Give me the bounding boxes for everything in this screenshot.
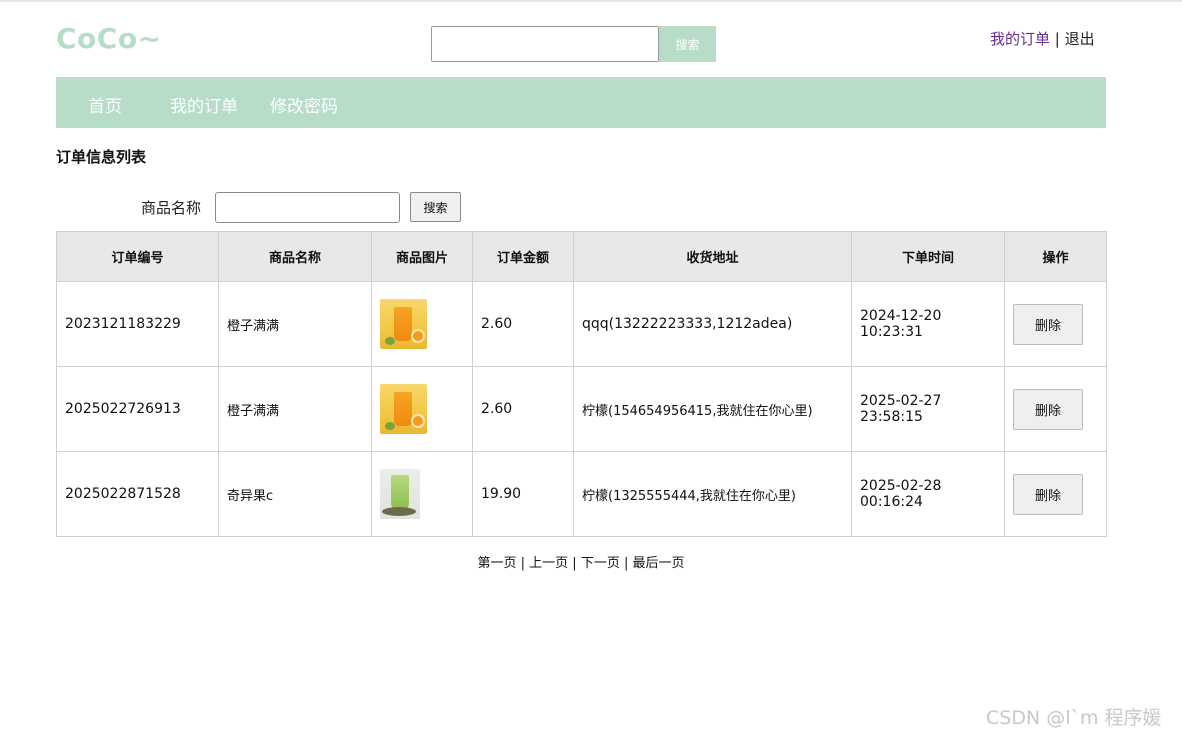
pagination-separator: |	[623, 556, 629, 571]
address-cell: 柠檬(1325555444,我就住在你心里)	[573, 451, 852, 537]
actions-cell: 删除	[1004, 366, 1107, 452]
header-order-no: 订单编号	[56, 231, 219, 282]
logo: CoCo~	[56, 22, 162, 55]
orders-table: 订单编号 商品名称 商品图片 订单金额 收货地址 下单时间 操作 2023121…	[56, 231, 1107, 537]
actions-cell: 删除	[1004, 451, 1107, 537]
user-links: 我的订单 | 退出	[990, 28, 1095, 49]
last-page-link[interactable]: 最后一页	[633, 556, 685, 571]
pagination-separator: |	[572, 556, 577, 571]
my-orders-link[interactable]: 我的订单	[990, 30, 1050, 48]
amount-cell: 2.60	[472, 281, 574, 367]
filter-search-button[interactable]: 搜索	[410, 192, 461, 222]
top-border-line	[0, 0, 1182, 2]
order-no-cell: 2023121183229	[56, 281, 219, 367]
pagination-separator: |	[520, 556, 525, 571]
actions-cell: 删除	[1004, 281, 1107, 367]
table-header-row: 订单编号 商品名称 商品图片 订单金额 收货地址 下单时间 操作	[56, 231, 1107, 282]
order-time: 23:58:15	[860, 409, 923, 425]
delete-button[interactable]: 删除	[1013, 303, 1083, 345]
page-title: 订单信息列表	[56, 148, 147, 166]
order-date: 2025-02-27	[860, 393, 942, 409]
pagination: 第一页 | 上一页 | 下一页 | 最后一页	[0, 552, 1162, 571]
order-time: 10:23:31	[860, 324, 923, 340]
next-page-link[interactable]: 下一页	[581, 556, 620, 571]
delete-button[interactable]: 删除	[1013, 473, 1083, 515]
logout-link[interactable]: 退出	[1065, 30, 1095, 48]
order-time-cell: 2024-12-20 10:23:31	[851, 281, 1005, 367]
amount-cell: 2.60	[472, 366, 574, 452]
nav-item-change-password[interactable]: 修改密码	[270, 92, 338, 117]
product-name-cell: 橙子满满	[218, 281, 372, 367]
header-address: 收货地址	[573, 231, 852, 282]
product-image-cell	[371, 366, 473, 452]
order-date: 2024-12-20	[860, 308, 942, 324]
search-button[interactable]: 搜索	[659, 26, 716, 62]
product-name-filter-label: 商品名称	[141, 199, 202, 217]
order-no-cell: 2025022871528	[56, 451, 219, 537]
first-page-link[interactable]: 第一页	[477, 556, 516, 571]
order-time-cell: 2025-02-28 00:16:24	[851, 451, 1005, 537]
order-date: 2025-02-28	[860, 478, 942, 494]
order-no-cell: 2025022726913	[56, 366, 219, 452]
header-product-name: 商品名称	[218, 231, 372, 282]
kiwi-drink-image	[380, 469, 420, 519]
product-image-cell	[371, 451, 473, 537]
order-time: 00:16:24	[860, 494, 923, 510]
product-name-filter-input[interactable]	[215, 192, 400, 223]
orange-drink-image	[380, 299, 427, 349]
nav-bar: 首页 我的订单 修改密码	[56, 77, 1106, 128]
table-row: 2025022871528 奇异果c 19.90 柠檬(1325555444,我…	[56, 451, 1107, 537]
nav-item-my-orders[interactable]: 我的订单	[170, 92, 238, 117]
link-separator: |	[1054, 30, 1060, 48]
orange-drink-image	[380, 384, 427, 434]
delete-button[interactable]: 删除	[1013, 388, 1083, 430]
amount-cell: 19.90	[472, 451, 574, 537]
address-cell: qqq(13222223333,1212adea)	[573, 281, 852, 367]
table-row: 2023121183229 橙子满满 2.60 qqq(13222223333,…	[56, 281, 1107, 367]
address-cell: 柠檬(154654956415,我就住在你心里)	[573, 366, 852, 452]
product-image-cell	[371, 281, 473, 367]
table-row: 2025022726913 橙子满满 2.60 柠檬(154654956415,…	[56, 366, 1107, 452]
product-name-cell: 橙子满满	[218, 366, 372, 452]
nav-item-home[interactable]: 首页	[88, 92, 122, 117]
search-input[interactable]	[431, 26, 659, 62]
prev-page-link[interactable]: 上一页	[529, 556, 568, 571]
header-product-image: 商品图片	[371, 231, 473, 282]
order-time-cell: 2025-02-27 23:58:15	[851, 366, 1005, 452]
product-name-cell: 奇异果c	[218, 451, 372, 537]
header-order-time: 下单时间	[851, 231, 1005, 282]
header-actions: 操作	[1004, 231, 1107, 282]
watermark: CSDN @l`m 程序媛	[986, 707, 1162, 729]
header-order-amount: 订单金额	[472, 231, 574, 282]
